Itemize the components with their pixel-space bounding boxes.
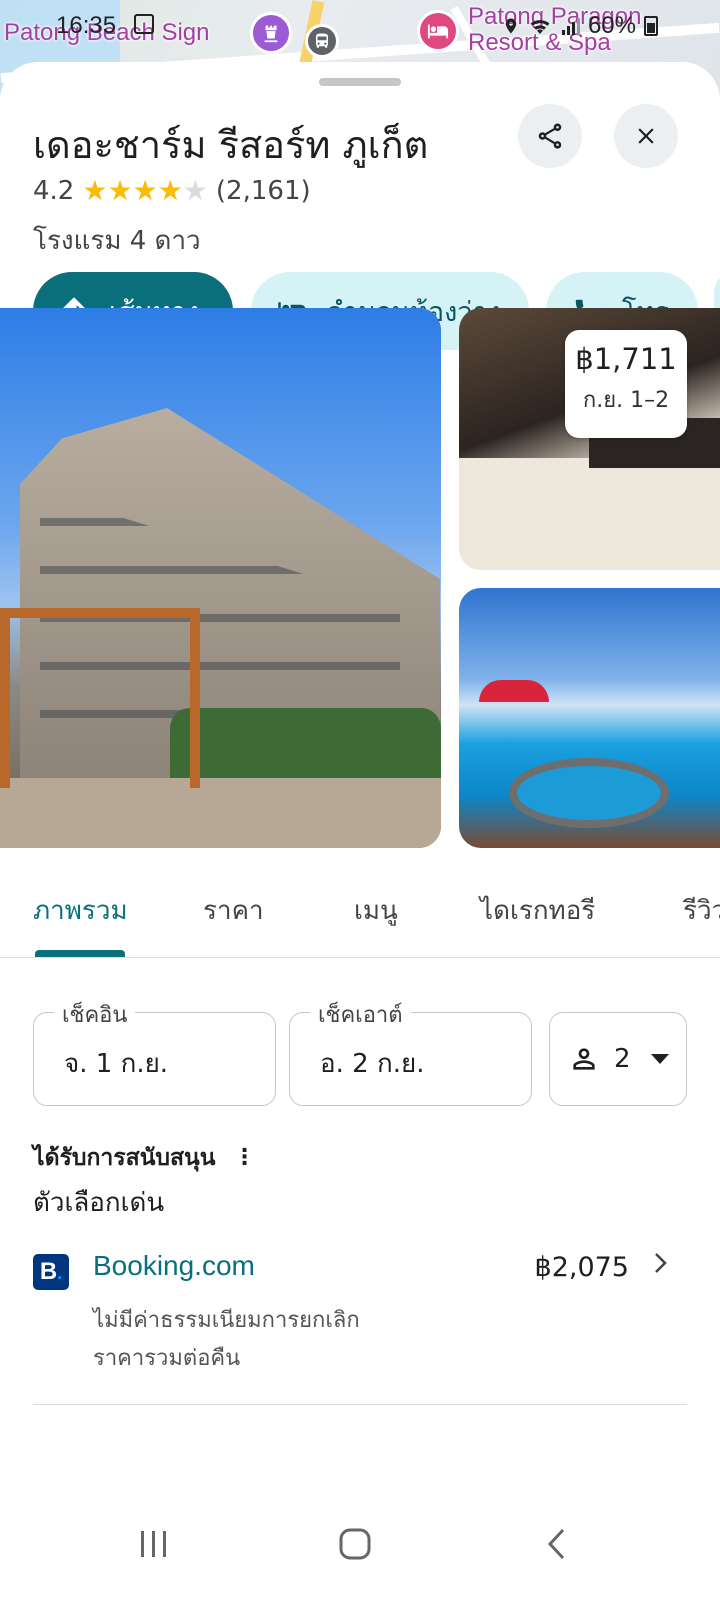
checkin-label: เช็คอิน [54, 997, 136, 1032]
wooden-pergola [0, 608, 200, 788]
tab-directory[interactable]: ไดเรกทอรี [480, 890, 595, 931]
tab-prices[interactable]: ราคา [203, 890, 264, 931]
star-icon: ★ [107, 174, 133, 207]
photo-price-card[interactable]: ฿1,711 ก.ย. 1–2 [565, 330, 687, 438]
signal-icon [561, 18, 580, 35]
share-button[interactable] [518, 104, 582, 168]
booking-logo-icon: B. [33, 1254, 69, 1290]
checkin-field[interactable]: เช็คอิน จ. 1 ก.ย. [33, 997, 276, 1106]
checkout-label: เช็คเอาต์ [310, 997, 411, 1032]
place-title: เดอะชาร์ม รีสอร์ท ภูเก็ต [33, 123, 429, 167]
divider [33, 1404, 687, 1405]
tab-bar: ภาพรวม ราคา เมนู ไดเรกทอรี รีวิว [0, 878, 720, 958]
photo-price-dates: ก.ย. 1–2 [582, 388, 670, 413]
chevron-right-icon [649, 1248, 673, 1286]
home-icon [339, 1528, 371, 1560]
recent-apps-button[interactable] [124, 1524, 184, 1564]
greenery [170, 708, 441, 788]
walkway [0, 778, 441, 848]
offer-provider-name: Booking.com [93, 1250, 255, 1281]
star-icon: ★ [82, 174, 108, 207]
rating-stars: ★ ★ ★ ★ ★ [82, 177, 208, 205]
tab-reviews[interactable]: รีวิว [683, 890, 720, 931]
checkin-value: จ. 1 ก.ย. [64, 1049, 169, 1079]
back-button[interactable] [528, 1524, 588, 1564]
home-button[interactable] [325, 1524, 385, 1564]
photo-price: ฿1,711 [575, 342, 677, 376]
checkout-value: อ. 2 ก.ย. [320, 1049, 425, 1079]
bed-shape [459, 458, 720, 570]
location-icon [505, 18, 517, 34]
status-indicators: 60% [502, 12, 658, 40]
featured-label: ตัวเลือกเด่น [33, 1188, 165, 1218]
tab-overview[interactable]: ภาพรวม [33, 890, 128, 931]
sponsored-label: ได้รับการสนับสนุน [33, 1145, 216, 1171]
star-icon: ★ [157, 174, 183, 207]
active-tab-indicator [35, 950, 125, 957]
star-icon: ★ [132, 174, 158, 207]
hotel-photo-pool[interactable] [459, 588, 720, 848]
umbrella [479, 680, 549, 702]
status-time: 16:35 [56, 12, 117, 39]
tab-menu[interactable]: เมนู [354, 890, 398, 931]
recents-icon [141, 1531, 166, 1557]
guests-count: 2 [614, 1044, 631, 1074]
pool-water [509, 758, 669, 828]
booking-offer-row[interactable]: B. Booking.com ฿2,075 ไม่มีค่าธรรมเนียมก… [33, 1240, 687, 1380]
status-bar: 16:35 60% [0, 0, 720, 50]
battery-percent: 60% [587, 12, 636, 39]
share-icon [538, 123, 562, 149]
close-icon [638, 128, 654, 144]
notification-icon [134, 14, 154, 34]
more-vert-icon[interactable]: ⋮ [234, 1147, 256, 1169]
chevron-down-icon [650, 1054, 669, 1064]
offer-price: ฿2,075 [534, 1252, 629, 1283]
system-nav-bar [0, 1486, 720, 1600]
sponsored-header: ได้รับการสนับสนุน ⋮ [33, 1140, 256, 1176]
wifi-icon [530, 20, 550, 34]
person-icon [573, 1048, 595, 1070]
hotel-photo-main[interactable] [0, 308, 441, 848]
battery-icon [644, 16, 658, 36]
offer-cancellation-note: ไม่มีค่าธรรมเนียมการยกเลิก [93, 1308, 360, 1333]
guests-dropdown[interactable]: 2 [549, 1012, 687, 1106]
offer-price-note: ราคารวมต่อคืน [93, 1346, 241, 1371]
drag-handle[interactable] [319, 78, 401, 86]
review-count: (2,161) [215, 176, 311, 206]
back-icon [547, 1528, 565, 1560]
star-empty-icon: ★ [182, 174, 208, 207]
checkout-field[interactable]: เช็คเอาต์ อ. 2 ก.ย. [289, 997, 532, 1106]
rating-row[interactable]: 4.2 ★ ★ ★ ★ ★ (2,161) [33, 176, 311, 206]
close-button[interactable] [614, 104, 678, 168]
rating-value: 4.2 [33, 176, 75, 206]
place-category: โรงแรม 4 ดาว [33, 226, 201, 256]
